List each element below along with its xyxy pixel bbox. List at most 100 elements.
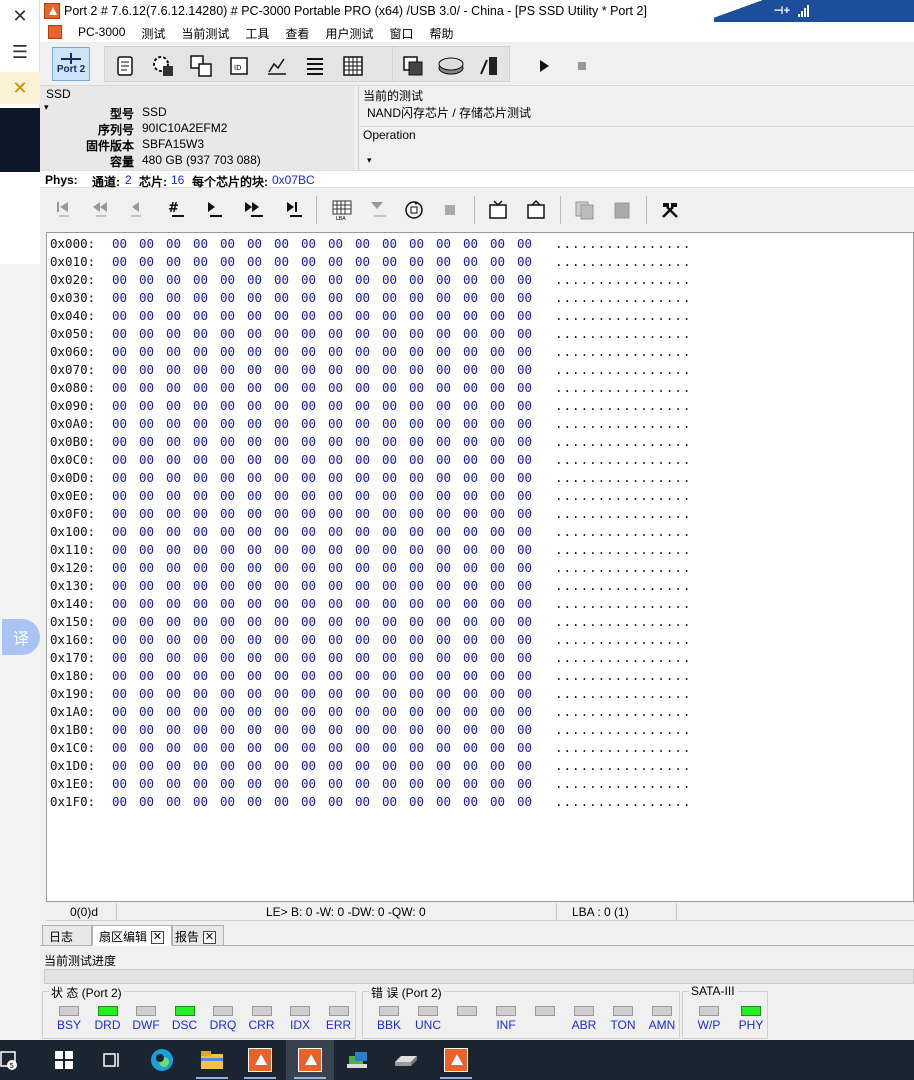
hex-byte[interactable]: 00 — [112, 380, 139, 395]
hex-byte[interactable]: 00 — [463, 776, 490, 791]
hex-byte[interactable]: 00 — [166, 668, 193, 683]
hex-byte[interactable]: 00 — [301, 524, 328, 539]
hex-byte[interactable]: 00 — [220, 434, 247, 449]
hex-byte[interactable]: 00 — [436, 740, 463, 755]
hex-byte[interactable]: 00 — [274, 488, 301, 503]
hex-byte[interactable]: 00 — [193, 632, 220, 647]
hex-byte[interactable]: 00 — [517, 290, 544, 305]
lba-grid-icon[interactable]: LBA — [330, 196, 354, 224]
hex-bytes[interactable]: 00 00 00 00 00 00 00 00 00 00 00 00 00 00 00 00 — [112, 470, 544, 485]
hex-byte[interactable]: 00 — [409, 668, 436, 683]
menu-icon[interactable]: ☰ — [0, 36, 40, 68]
hex-byte[interactable]: 00 — [490, 704, 517, 719]
hex-byte[interactable]: 00 — [247, 398, 274, 413]
hex-ascii[interactable]: ................ — [555, 452, 691, 467]
import-icon[interactable] — [524, 196, 548, 224]
hex-byte[interactable]: 00 — [328, 704, 355, 719]
hex-ascii[interactable]: ................ — [555, 290, 691, 305]
hex-byte[interactable]: 00 — [490, 776, 517, 791]
hex-byte[interactable]: 00 — [220, 686, 247, 701]
hex-byte[interactable]: 00 — [355, 560, 382, 575]
close-icon[interactable]: ✕ — [0, 72, 40, 104]
hex-byte[interactable]: 00 — [112, 560, 139, 575]
hex-byte[interactable]: 00 — [193, 686, 220, 701]
hex-byte[interactable]: 00 — [490, 722, 517, 737]
hex-byte[interactable]: 00 — [112, 416, 139, 431]
hex-byte[interactable]: 00 — [301, 380, 328, 395]
pc3000-taskbar-icon[interactable] — [432, 1040, 480, 1080]
hex-byte[interactable]: 00 — [220, 650, 247, 665]
chip-id-icon[interactable]: ID — [223, 50, 255, 82]
hex-byte[interactable]: 00 — [301, 560, 328, 575]
hex-byte[interactable]: 00 — [247, 686, 274, 701]
hex-byte[interactable]: 00 — [166, 326, 193, 341]
hex-byte[interactable]: 00 — [382, 560, 409, 575]
hex-byte[interactable]: 00 — [166, 434, 193, 449]
hex-ascii[interactable]: ................ — [555, 650, 691, 665]
hex-byte[interactable]: 00 — [382, 308, 409, 323]
hex-ascii[interactable]: ................ — [555, 236, 691, 251]
hex-ascii[interactable]: ................ — [555, 398, 691, 413]
hex-byte[interactable]: 00 — [274, 740, 301, 755]
hex-byte[interactable]: 00 — [139, 524, 166, 539]
hex-byte[interactable]: 00 — [193, 758, 220, 773]
hex-byte[interactable]: 00 — [166, 488, 193, 503]
hex-byte[interactable]: 00 — [220, 452, 247, 467]
hex-bytes[interactable]: 00 00 00 00 00 00 00 00 00 00 00 00 00 00 00 00 — [112, 290, 544, 305]
hex-byte[interactable]: 00 — [517, 560, 544, 575]
hex-byte[interactable]: 00 — [490, 686, 517, 701]
hex-byte[interactable]: 00 — [355, 704, 382, 719]
hex-byte[interactable]: 00 — [193, 704, 220, 719]
hex-byte[interactable]: 00 — [382, 326, 409, 341]
hex-byte[interactable]: 00 — [355, 776, 382, 791]
hex-byte[interactable]: 00 — [436, 290, 463, 305]
hex-byte[interactable]: 00 — [247, 614, 274, 629]
menu-item[interactable]: 当前测试 — [173, 25, 237, 42]
hex-byte[interactable]: 00 — [274, 596, 301, 611]
hex-byte[interactable]: 00 — [166, 362, 193, 377]
hex-ascii[interactable]: ................ — [555, 308, 691, 323]
hex-byte[interactable]: 00 — [409, 416, 436, 431]
pc3000-taskbar-icon-active[interactable] — [286, 1040, 334, 1080]
hex-byte[interactable]: 00 — [193, 740, 220, 755]
hex-byte[interactable]: 00 — [274, 668, 301, 683]
hex-byte[interactable]: 00 — [382, 272, 409, 287]
next-icon[interactable] — [202, 196, 226, 224]
hex-byte[interactable]: 00 — [301, 578, 328, 593]
hex-byte[interactable]: 00 — [328, 596, 355, 611]
hex-byte[interactable]: 00 — [490, 596, 517, 611]
hex-byte[interactable]: 00 — [112, 614, 139, 629]
hex-byte[interactable]: 00 — [301, 470, 328, 485]
pin-icon[interactable]: ⊣+ — [774, 4, 790, 17]
fast-forward-icon[interactable] — [242, 196, 266, 224]
hex-byte[interactable]: 00 — [409, 776, 436, 791]
hex-byte[interactable]: 00 — [274, 650, 301, 665]
hex-byte[interactable]: 00 — [139, 506, 166, 521]
hex-byte[interactable]: 00 — [382, 722, 409, 737]
hex-byte[interactable]: 00 — [490, 344, 517, 359]
hex-byte[interactable]: 00 — [193, 470, 220, 485]
hex-byte[interactable]: 00 — [436, 668, 463, 683]
hex-byte[interactable]: 00 — [436, 614, 463, 629]
hex-byte[interactable]: 00 — [220, 758, 247, 773]
hex-ascii[interactable]: ................ — [555, 704, 691, 719]
hex-view[interactable]: 0x000: 00 00 00 00 00 00 00 00 00 00 00 00 00 00 00 00..… — [46, 232, 914, 902]
hex-byte[interactable]: 00 — [517, 506, 544, 521]
hex-ascii[interactable]: ................ — [555, 272, 691, 287]
hex-byte[interactable]: 00 — [382, 362, 409, 377]
hex-byte[interactable]: 00 — [463, 416, 490, 431]
hex-byte[interactable]: 00 — [166, 254, 193, 269]
hex-byte[interactable]: 00 — [166, 344, 193, 359]
hex-byte[interactable]: 00 — [382, 236, 409, 251]
hex-byte[interactable]: 00 — [247, 776, 274, 791]
hex-byte[interactable]: 00 — [301, 704, 328, 719]
hex-ascii[interactable]: ................ — [555, 326, 691, 341]
hex-bytes[interactable]: 00 00 00 00 00 00 00 00 00 00 00 00 00 00 00 00 — [112, 452, 544, 467]
hex-byte[interactable]: 00 — [328, 434, 355, 449]
hex-ascii[interactable]: ................ — [555, 416, 691, 431]
hex-byte[interactable]: 00 — [355, 686, 382, 701]
copy-icon[interactable] — [572, 196, 596, 224]
hex-byte[interactable]: 00 — [463, 722, 490, 737]
hex-byte[interactable]: 00 — [301, 398, 328, 413]
hex-byte[interactable]: 00 — [436, 686, 463, 701]
